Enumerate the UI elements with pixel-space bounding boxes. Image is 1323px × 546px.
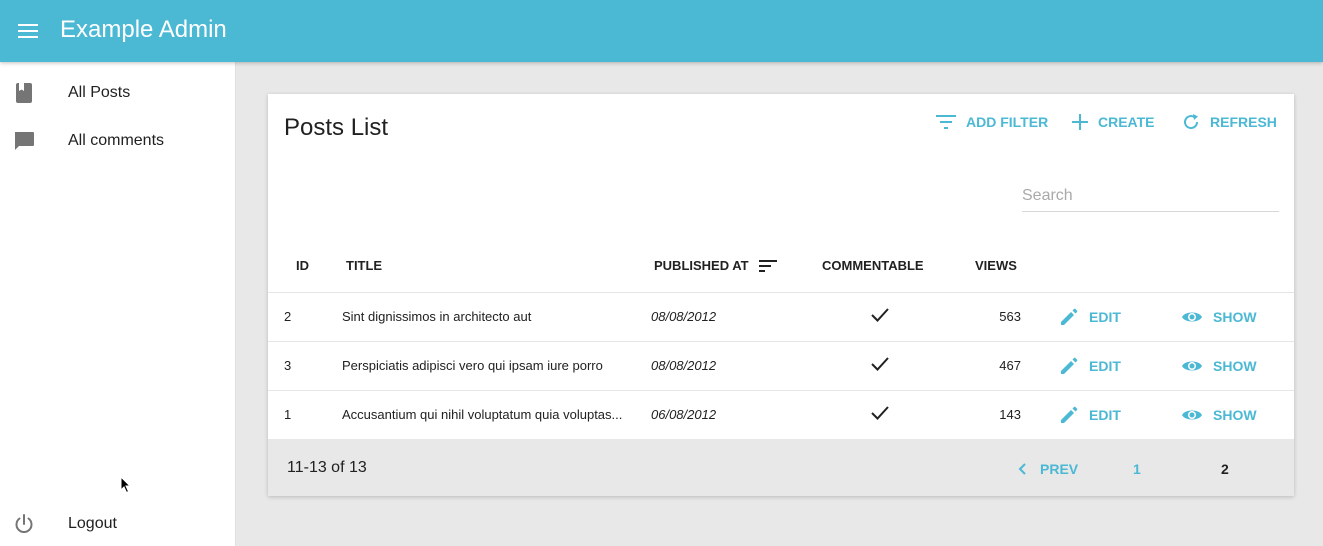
column-header-published-at[interactable]: PUBLISHED AT [654, 258, 777, 274]
cell-published-at: 08/08/2012 [651, 358, 717, 373]
show-button[interactable]: SHOW [1181, 354, 1257, 378]
pagination-range: 11-13 of 13 [287, 459, 367, 476]
column-header-views[interactable]: VIEWS [975, 258, 1017, 274]
create-label: CREATE [1098, 114, 1155, 130]
table-row[interactable]: 2 Sint dignissimos in architecto aut 08/… [268, 292, 1294, 341]
menu-icon [18, 24, 38, 38]
column-header-label: PUBLISHED AT [654, 258, 749, 273]
book-icon [12, 81, 36, 105]
chevron-left-icon [1018, 463, 1026, 475]
table-row[interactable]: 3 Perspiciatis adipisci vero qui ipsam i… [268, 341, 1294, 390]
app-bar: Example Admin [0, 0, 1323, 62]
column-header-commentable[interactable]: COMMENTABLE [822, 258, 924, 274]
logout-label: Logout [68, 515, 117, 532]
refresh-icon [1184, 114, 1199, 130]
sidebar-item-all-comments[interactable]: All comments [0, 119, 236, 163]
comment-icon [12, 129, 36, 153]
check-icon [871, 406, 889, 420]
refresh-label: REFRESH [1210, 114, 1277, 130]
eye-icon [1182, 361, 1202, 371]
cell-published-at: 08/08/2012 [651, 309, 717, 324]
power-icon [12, 512, 36, 536]
page-button-2[interactable]: 2 [1221, 461, 1229, 477]
cell-views: 143 [999, 407, 1021, 422]
sidebar-item-label: All Posts [68, 84, 131, 101]
show-button[interactable]: SHOW [1181, 305, 1257, 329]
edit-label: EDIT [1089, 309, 1121, 325]
prev-page-button[interactable]: PREV [1018, 461, 1078, 477]
show-label: SHOW [1213, 358, 1257, 374]
sidebar-item-all-posts[interactable]: All Posts [0, 71, 236, 115]
cell-views: 467 [999, 358, 1021, 373]
pagination-bar: 11-13 of 13 PREV 1 2 [268, 439, 1294, 496]
column-header-id[interactable]: ID [296, 258, 309, 274]
mouse-cursor-icon [120, 476, 132, 494]
cell-title: Sint dignissimos in architecto aut [342, 309, 532, 324]
logout-button[interactable]: Logout [0, 502, 236, 546]
edit-button[interactable]: EDIT [1059, 354, 1121, 378]
eye-icon [1182, 410, 1202, 420]
pencil-icon [1061, 406, 1078, 423]
pencil-icon [1061, 357, 1078, 374]
column-header-title[interactable]: TITLE [346, 258, 382, 274]
show-label: SHOW [1213, 309, 1257, 325]
cell-views: 563 [999, 309, 1021, 324]
show-label: SHOW [1213, 407, 1257, 423]
check-icon [871, 357, 889, 371]
plus-icon [1072, 114, 1088, 130]
eye-icon [1182, 312, 1202, 322]
search-input[interactable] [1022, 182, 1279, 210]
show-button[interactable]: SHOW [1181, 403, 1257, 427]
add-filter-button[interactable]: ADD FILTER [936, 108, 1048, 136]
edit-label: EDIT [1089, 358, 1121, 374]
cell-id: 3 [284, 358, 292, 373]
page-title: Posts List [284, 114, 389, 141]
sidebar-item-label: All comments [68, 132, 165, 149]
search-field [1022, 182, 1279, 212]
filter-icon [936, 115, 956, 129]
sort-icon [758, 260, 777, 272]
cell-title: Perspiciatis adipisci vero qui ipsam iur… [342, 358, 603, 373]
edit-label: EDIT [1089, 407, 1121, 423]
edit-button[interactable]: EDIT [1059, 403, 1121, 427]
refresh-button[interactable]: REFRESH [1182, 108, 1277, 136]
app-title: Example Admin [60, 16, 227, 43]
check-icon [871, 308, 889, 322]
edit-button[interactable]: EDIT [1059, 305, 1121, 329]
sidebar: All Posts All comments Logout [0, 62, 236, 546]
posts-list-card: Posts List ADD FILTER CREATE REFRESH ID … [268, 94, 1294, 496]
prev-label: PREV [1040, 461, 1079, 477]
cell-id: 2 [284, 309, 292, 324]
add-filter-label: ADD FILTER [966, 114, 1049, 130]
cell-title: Accusantium qui nihil voluptatum quia vo… [342, 407, 623, 422]
cell-id: 1 [284, 407, 292, 422]
pencil-icon [1061, 308, 1078, 325]
page-button-1[interactable]: 1 [1133, 461, 1141, 477]
create-button[interactable]: CREATE [1072, 108, 1155, 136]
cell-published-at: 06/08/2012 [651, 407, 717, 422]
menu-button[interactable] [12, 15, 44, 47]
table-row[interactable]: 1 Accusantium qui nihil voluptatum quia … [268, 390, 1294, 439]
